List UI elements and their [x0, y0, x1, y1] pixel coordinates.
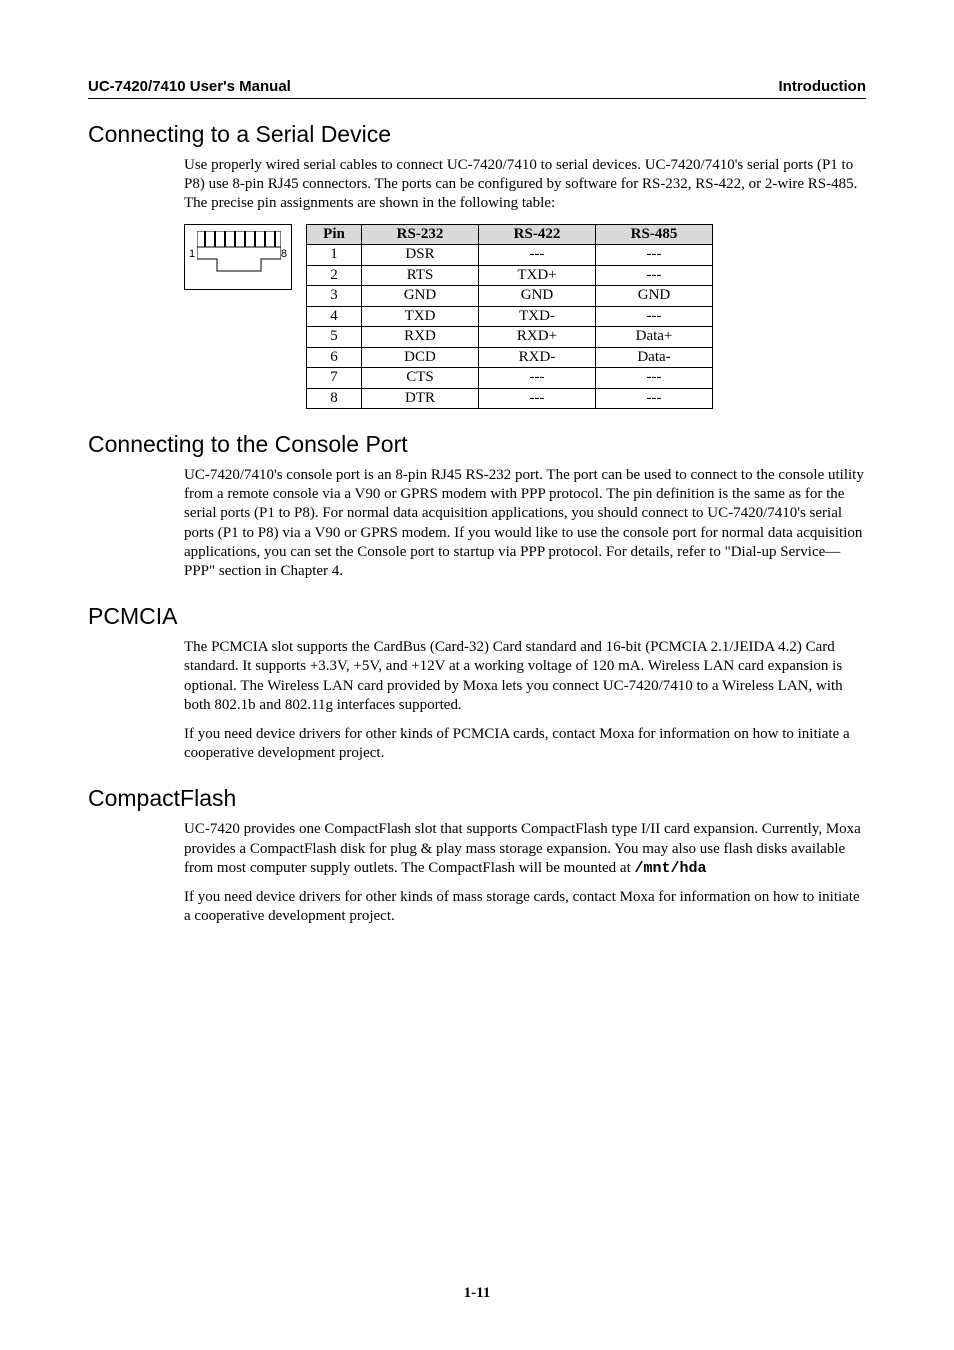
pin-label-8: 8 — [281, 247, 287, 261]
para-compactflash-2: If you need device drivers for other kin… — [184, 888, 866, 926]
col-rs422: RS-422 — [479, 224, 596, 245]
table-row: 2RTSTXD+--- — [307, 265, 713, 286]
para-pcmcia-2: If you need device drivers for other kin… — [184, 725, 866, 763]
heading-serial-device: Connecting to a Serial Device — [88, 121, 866, 148]
para-serial-device: Use properly wired serial cables to conn… — [184, 156, 866, 214]
table-row: 8DTR------ — [307, 388, 713, 409]
para-pcmcia-1: The PCMCIA slot supports the CardBus (Ca… — [184, 638, 866, 715]
heading-pcmcia: PCMCIA — [88, 603, 866, 630]
col-rs485: RS-485 — [596, 224, 713, 245]
table-row: 1DSR------ — [307, 245, 713, 266]
para-compactflash-1: UC-7420 provides one CompactFlash slot t… — [184, 820, 866, 878]
table-row: 4TXDTXD---- — [307, 306, 713, 327]
heading-console-port: Connecting to the Console Port — [88, 431, 866, 458]
table-row: 5RXDRXD+Data+ — [307, 327, 713, 348]
col-rs232: RS-232 — [362, 224, 479, 245]
header-right: Introduction — [779, 78, 866, 95]
header-left: UC-7420/7410 User's Manual — [88, 78, 291, 95]
table-header-row: Pin RS-232 RS-422 RS-485 — [307, 224, 713, 245]
cf-mount-path: /mnt/hda — [635, 860, 707, 877]
heading-compactflash: CompactFlash — [88, 785, 866, 812]
table-row: 6DCDRXD-Data- — [307, 347, 713, 368]
page-header: UC-7420/7410 User's Manual Introduction — [88, 78, 866, 99]
table-row: 3GNDGNDGND — [307, 286, 713, 307]
pin-assignment-table: Pin RS-232 RS-422 RS-485 1DSR------ 2RTS… — [306, 224, 713, 410]
cf-text: UC-7420 provides one CompactFlash slot t… — [184, 821, 861, 875]
col-pin: Pin — [307, 224, 362, 245]
page-number: 1-11 — [0, 1285, 954, 1302]
pin-label-1: 1 — [189, 247, 195, 261]
table-row: 7CTS------ — [307, 368, 713, 389]
rj45-connector-diagram: 1 8 — [184, 224, 292, 290]
para-console-port: UC-7420/7410's console port is an 8-pin … — [184, 466, 866, 581]
rj45-icon — [197, 231, 281, 275]
